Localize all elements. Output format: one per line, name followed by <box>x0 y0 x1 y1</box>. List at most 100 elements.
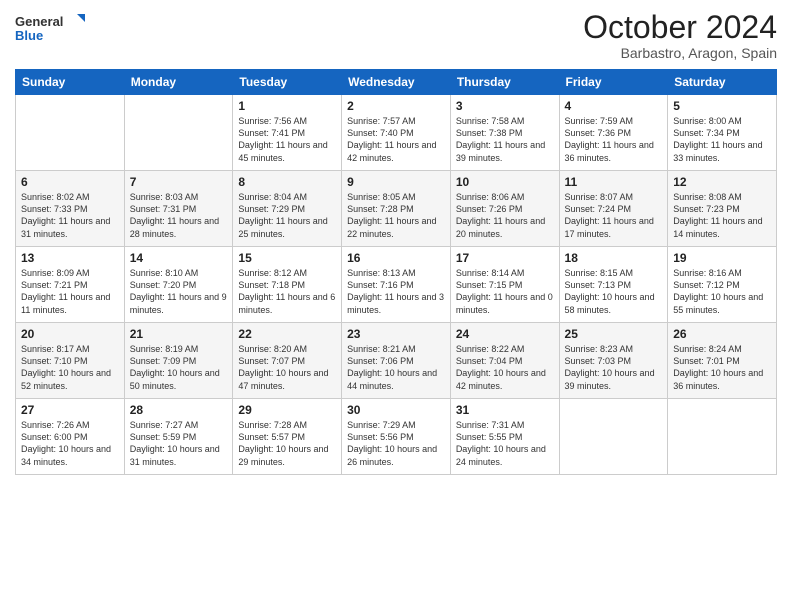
day-info: Sunrise: 7:27 AMSunset: 5:59 PMDaylight:… <box>130 419 228 468</box>
calendar-day-cell: 24 Sunrise: 8:22 AMSunset: 7:04 PMDayligh… <box>450 323 559 399</box>
calendar-day-cell: 29 Sunrise: 7:28 AMSunset: 5:57 PMDayligh… <box>233 399 342 475</box>
day-number: 27 <box>21 403 119 417</box>
day-number: 15 <box>238 251 336 265</box>
calendar-week-row: 13 Sunrise: 8:09 AMSunset: 7:21 PMDayligh… <box>16 247 777 323</box>
day-number: 31 <box>456 403 554 417</box>
day-number: 6 <box>21 175 119 189</box>
calendar-day-cell: 8Sunrise: 8:04 AMSunset: 7:29 PMDaylight… <box>233 171 342 247</box>
day-info: Sunrise: 8:17 AMSunset: 7:10 PMDaylight:… <box>21 343 119 392</box>
calendar-day-cell: 14 Sunrise: 8:10 AMSunset: 7:20 PMDayligh… <box>124 247 233 323</box>
day-info: Sunrise: 7:29 AMSunset: 5:56 PMDaylight:… <box>347 419 445 468</box>
day-number: 13 <box>21 251 119 265</box>
day-info: Sunrise: 8:24 AMSunset: 7:01 PMDaylight:… <box>673 343 771 392</box>
day-number: 8 <box>238 175 336 189</box>
weekday-header: Sunday <box>16 70 125 95</box>
calendar-day-cell: 1Sunrise: 7:56 AMSunset: 7:41 PMDaylight… <box>233 95 342 171</box>
day-number: 9 <box>347 175 445 189</box>
day-number: 18 <box>565 251 663 265</box>
day-info: Sunrise: 8:20 AMSunset: 7:07 PMDaylight:… <box>238 343 336 392</box>
calendar-day-cell: 20 Sunrise: 8:17 AMSunset: 7:10 PMDayligh… <box>16 323 125 399</box>
calendar-week-row: 1Sunrise: 7:56 AMSunset: 7:41 PMDaylight… <box>16 95 777 171</box>
day-info: Sunrise: 8:22 AMSunset: 7:04 PMDaylight:… <box>456 343 554 392</box>
calendar-day-cell: 26 Sunrise: 8:24 AMSunset: 7:01 PMDayligh… <box>668 323 777 399</box>
weekday-header: Tuesday <box>233 70 342 95</box>
day-number: 5 <box>673 99 771 113</box>
day-info: Sunrise: 8:13 AMSunset: 7:16 PMDaylight:… <box>347 267 445 316</box>
calendar-day-cell: 11 Sunrise: 8:07 AMSunset: 7:24 PMDayligh… <box>559 171 668 247</box>
calendar-day-cell: 3 Sunrise: 7:58 AMSunset: 7:38 PMDaylight… <box>450 95 559 171</box>
day-number: 29 <box>238 403 336 417</box>
subtitle: Barbastro, Aragon, Spain <box>583 45 777 61</box>
calendar-day-cell: 23Sunrise: 8:21 AMSunset: 7:06 PMDayligh… <box>342 323 451 399</box>
calendar-day-cell: 17Sunrise: 8:14 AMSunset: 7:15 PMDayligh… <box>450 247 559 323</box>
calendar-day-cell: 18 Sunrise: 8:15 AMSunset: 7:13 PMDayligh… <box>559 247 668 323</box>
calendar-day-cell <box>16 95 125 171</box>
calendar-week-row: 20 Sunrise: 8:17 AMSunset: 7:10 PMDayligh… <box>16 323 777 399</box>
calendar-day-cell: 6Sunrise: 8:02 AMSunset: 7:33 PMDaylight… <box>16 171 125 247</box>
day-info: Sunrise: 8:00 AMSunset: 7:34 PMDaylight:… <box>673 115 771 164</box>
day-number: 22 <box>238 327 336 341</box>
day-number: 1 <box>238 99 336 113</box>
day-info: Sunrise: 8:07 AMSunset: 7:24 PMDaylight:… <box>565 191 663 240</box>
day-number: 2 <box>347 99 445 113</box>
calendar-day-cell <box>668 399 777 475</box>
calendar-week-row: 6Sunrise: 8:02 AMSunset: 7:33 PMDaylight… <box>16 171 777 247</box>
calendar-day-cell: 31 Sunrise: 7:31 AMSunset: 5:55 PMDayligh… <box>450 399 559 475</box>
day-number: 10 <box>456 175 554 189</box>
calendar-day-cell: 22 Sunrise: 8:20 AMSunset: 7:07 PMDayligh… <box>233 323 342 399</box>
day-number: 16 <box>347 251 445 265</box>
day-info: Sunrise: 8:10 AMSunset: 7:20 PMDaylight:… <box>130 267 228 316</box>
weekday-header: Thursday <box>450 70 559 95</box>
day-number: 11 <box>565 175 663 189</box>
day-info: Sunrise: 7:28 AMSunset: 5:57 PMDaylight:… <box>238 419 336 468</box>
calendar-day-cell: 21Sunrise: 8:19 AMSunset: 7:09 PMDayligh… <box>124 323 233 399</box>
calendar-header-row: SundayMondayTuesdayWednesdayThursdayFrid… <box>16 70 777 95</box>
calendar-day-cell: 2Sunrise: 7:57 AMSunset: 7:40 PMDaylight… <box>342 95 451 171</box>
calendar-day-cell: 10 Sunrise: 8:06 AMSunset: 7:26 PMDayligh… <box>450 171 559 247</box>
day-number: 28 <box>130 403 228 417</box>
calendar-day-cell: 12Sunrise: 8:08 AMSunset: 7:23 PMDayligh… <box>668 171 777 247</box>
day-info: Sunrise: 8:09 AMSunset: 7:21 PMDaylight:… <box>21 267 119 316</box>
calendar-week-row: 27 Sunrise: 7:26 AMSunset: 6:00 PMDayligh… <box>16 399 777 475</box>
day-number: 14 <box>130 251 228 265</box>
calendar-day-cell: 19Sunrise: 8:16 AMSunset: 7:12 PMDayligh… <box>668 247 777 323</box>
day-info: Sunrise: 8:19 AMSunset: 7:09 PMDaylight:… <box>130 343 228 392</box>
title-block: October 2024 Barbastro, Aragon, Spain <box>583 10 777 61</box>
calendar-day-cell: 9 Sunrise: 8:05 AMSunset: 7:28 PMDaylight… <box>342 171 451 247</box>
day-info: Sunrise: 8:15 AMSunset: 7:13 PMDaylight:… <box>565 267 663 316</box>
day-info: Sunrise: 8:21 AMSunset: 7:06 PMDaylight:… <box>347 343 445 392</box>
main-title: October 2024 <box>583 10 777 45</box>
day-number: 12 <box>673 175 771 189</box>
calendar-day-cell: 27 Sunrise: 7:26 AMSunset: 6:00 PMDayligh… <box>16 399 125 475</box>
calendar: SundayMondayTuesdayWednesdayThursdayFrid… <box>15 69 777 475</box>
day-info: Sunrise: 8:06 AMSunset: 7:26 PMDaylight:… <box>456 191 554 240</box>
logo-svg: General Blue <box>15 10 85 48</box>
day-number: 20 <box>21 327 119 341</box>
day-info: Sunrise: 7:31 AMSunset: 5:55 PMDaylight:… <box>456 419 554 468</box>
day-number: 24 <box>456 327 554 341</box>
calendar-day-cell <box>124 95 233 171</box>
day-number: 7 <box>130 175 228 189</box>
weekday-header: Friday <box>559 70 668 95</box>
day-info: Sunrise: 8:03 AMSunset: 7:31 PMDaylight:… <box>130 191 228 240</box>
day-info: Sunrise: 8:14 AMSunset: 7:15 PMDaylight:… <box>456 267 554 316</box>
calendar-day-cell: 16 Sunrise: 8:13 AMSunset: 7:16 PMDayligh… <box>342 247 451 323</box>
day-info: Sunrise: 7:26 AMSunset: 6:00 PMDaylight:… <box>21 419 119 468</box>
header: General Blue October 2024 Barbastro, Ara… <box>15 10 777 61</box>
day-number: 26 <box>673 327 771 341</box>
day-info: Sunrise: 8:05 AMSunset: 7:28 PMDaylight:… <box>347 191 445 240</box>
weekday-header: Saturday <box>668 70 777 95</box>
calendar-day-cell: 4Sunrise: 7:59 AMSunset: 7:36 PMDaylight… <box>559 95 668 171</box>
day-info: Sunrise: 7:58 AMSunset: 7:38 PMDaylight:… <box>456 115 554 164</box>
page: General Blue October 2024 Barbastro, Ara… <box>0 0 792 612</box>
calendar-day-cell: 13 Sunrise: 8:09 AMSunset: 7:21 PMDayligh… <box>16 247 125 323</box>
day-number: 19 <box>673 251 771 265</box>
svg-text:Blue: Blue <box>15 28 43 43</box>
weekday-header: Monday <box>124 70 233 95</box>
day-number: 3 <box>456 99 554 113</box>
day-info: Sunrise: 8:12 AMSunset: 7:18 PMDaylight:… <box>238 267 336 316</box>
calendar-day-cell: 25Sunrise: 8:23 AMSunset: 7:03 PMDayligh… <box>559 323 668 399</box>
logo: General Blue <box>15 10 85 48</box>
calendar-day-cell: 28 Sunrise: 7:27 AMSunset: 5:59 PMDayligh… <box>124 399 233 475</box>
svg-text:General: General <box>15 14 63 29</box>
